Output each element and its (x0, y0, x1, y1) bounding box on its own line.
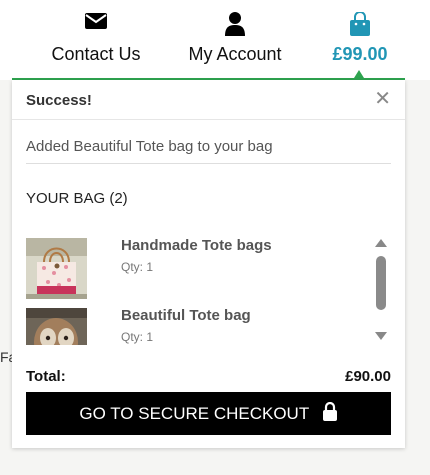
toast-header: Success! ✕ (12, 80, 405, 120)
bag-item-name[interactable]: Beautiful Tote bag (121, 307, 251, 324)
total-value: £90.00 (345, 368, 391, 385)
product-thumbnail (26, 308, 87, 345)
header-bar: Contact Us My Account £99.00 (0, 0, 430, 80)
toast-pointer (354, 70, 364, 78)
scroll-down-arrow-icon[interactable] (375, 332, 387, 340)
checkout-button-label: GO TO SECURE CHECKOUT (79, 404, 309, 423)
envelope-icon (50, 12, 142, 40)
scroll-up-arrow-icon[interactable] (375, 239, 387, 247)
success-toast: Success! ✕ Added Beautiful Tote bag to y… (12, 80, 405, 448)
product-thumbnail (26, 238, 87, 299)
shopping-bag-icon (329, 12, 391, 40)
nav-contact-us[interactable]: Contact Us (50, 12, 142, 65)
bag-item-qty: Qty: 1 (121, 330, 154, 344)
bag-item-qty: Qty: 1 (121, 260, 154, 274)
lock-icon (322, 394, 338, 437)
nav-my-account[interactable]: My Account (186, 12, 284, 65)
bag-scrollbar[interactable] (374, 236, 388, 346)
user-icon (186, 12, 284, 40)
bag-total: £99.00 (332, 44, 388, 64)
nav-shopping-bag[interactable]: £99.00 (329, 12, 391, 65)
bag-item-list: Handmade Tote bags Qty: 1 Beautiful Tote… (26, 235, 376, 345)
nav-account-label: My Account (188, 44, 282, 64)
bag-item[interactable]: Beautiful Tote bag Qty: 1 (26, 305, 376, 345)
bag-heading: YOUR BAG (2) (26, 190, 128, 207)
toast-title: Success! (26, 92, 92, 109)
bag-item-name[interactable]: Handmade Tote bags (121, 237, 272, 254)
bag-item[interactable]: Handmade Tote bags Qty: 1 (26, 235, 376, 305)
close-icon[interactable]: ✕ (374, 89, 391, 109)
nav-contact-label: Contact Us (51, 44, 141, 64)
scroll-thumb[interactable] (376, 256, 386, 310)
toast-message: Added Beautiful Tote bag to your bag (26, 138, 391, 164)
checkout-button[interactable]: GO TO SECURE CHECKOUT (26, 392, 391, 435)
total-label: Total: (26, 368, 66, 385)
